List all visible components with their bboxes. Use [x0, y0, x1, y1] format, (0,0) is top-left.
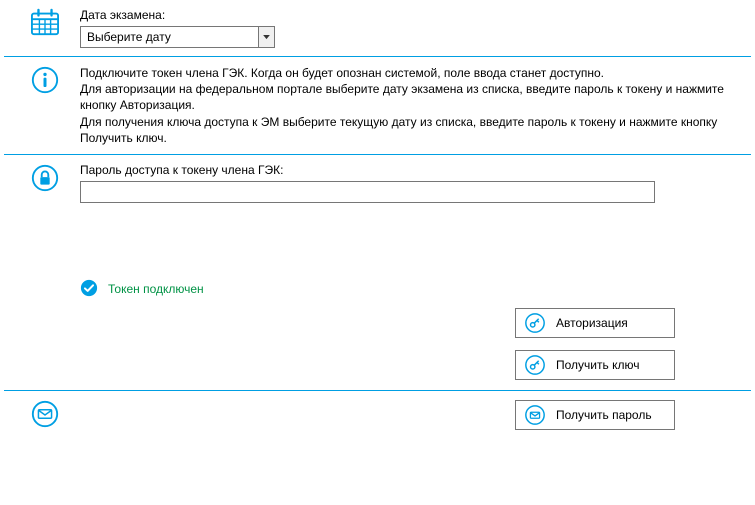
- envelope-icon: [524, 404, 546, 426]
- envelope-icon: [30, 418, 60, 432]
- info-section: Подключите токен члена ГЭК. Когда он буд…: [0, 57, 755, 154]
- get-password-button[interactable]: Получить пароль: [515, 400, 675, 430]
- date-select[interactable]: Выберите дату: [80, 26, 275, 48]
- get-key-button[interactable]: Получить ключ: [515, 350, 675, 380]
- lock-icon: [30, 182, 60, 196]
- key-icon: [524, 354, 546, 376]
- button-label: Получить ключ: [556, 358, 639, 372]
- password-input[interactable]: [80, 181, 655, 203]
- calendar-icon: [30, 25, 60, 39]
- password-section: Пароль доступа к токену члена ГЭК:: [0, 155, 755, 211]
- info-line: Подключите токен члена ГЭК. Когда он буд…: [80, 65, 725, 81]
- info-icon: [30, 84, 60, 98]
- button-label: Авторизация: [556, 316, 628, 330]
- dropdown-arrow-icon: [258, 27, 274, 47]
- status-text: Токен подключен: [108, 282, 204, 296]
- token-status: Токен подключен: [0, 261, 755, 304]
- button-label: Получить пароль: [556, 408, 652, 422]
- action-buttons: Авторизация Получить ключ: [0, 304, 755, 390]
- bottom-section: Получить пароль: [0, 391, 755, 440]
- password-label: Пароль доступа к токену члена ГЭК:: [80, 163, 725, 177]
- auth-button[interactable]: Авторизация: [515, 308, 675, 338]
- date-label: Дата экзамена:: [80, 8, 725, 22]
- key-icon: [524, 312, 546, 334]
- date-select-value: Выберите дату: [81, 27, 258, 47]
- info-line: Для авторизации на федеральном портале в…: [80, 81, 725, 113]
- check-circle-icon: [80, 279, 98, 300]
- date-section: Дата экзамена: Выберите дату: [0, 0, 755, 56]
- info-line: Для получения ключа доступа к ЭМ выберит…: [80, 114, 725, 146]
